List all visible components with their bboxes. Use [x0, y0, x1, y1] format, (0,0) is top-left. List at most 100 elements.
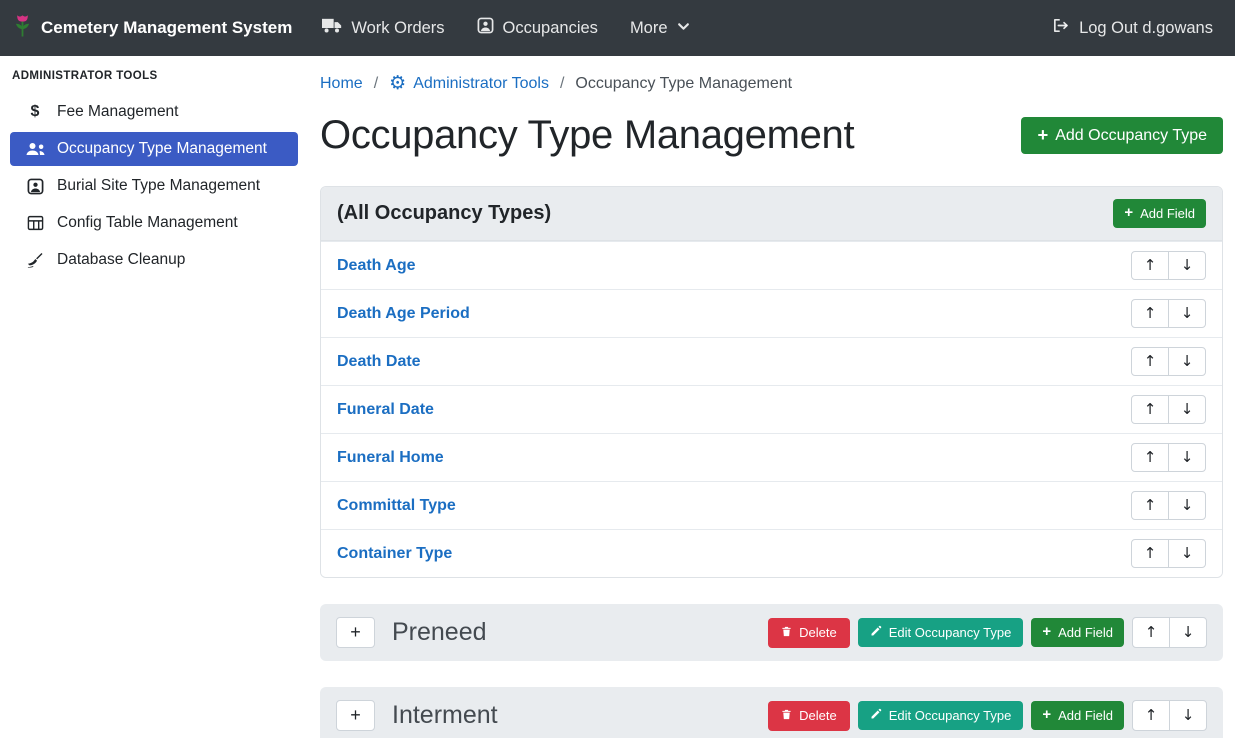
move-up-button[interactable]: ↑ [1131, 347, 1169, 376]
page-layout: ADMINISTRATOR TOOLS $ Fee Management Occ… [0, 56, 1235, 738]
tulip-logo-icon [14, 14, 31, 42]
move-up-button[interactable]: ↑ [1131, 491, 1169, 520]
breadcrumb: Home / ⚙ Administrator Tools / Occupancy… [320, 74, 1223, 93]
button-label: Edit Occupancy Type [889, 708, 1012, 723]
delete-occupancy-type-button[interactable]: Delete [768, 701, 850, 731]
button-label: Delete [799, 708, 837, 723]
field-row: Container Type ↑ ↓ [321, 529, 1222, 577]
move-up-button[interactable]: ↑ [1131, 251, 1169, 280]
table-icon [24, 215, 46, 231]
field-link[interactable]: Funeral Date [337, 401, 434, 419]
expand-section-button[interactable]: + [336, 617, 375, 648]
nav-item-label: Work Orders [351, 19, 444, 38]
sidebar-heading: ADMINISTRATOR TOOLS [0, 58, 308, 92]
sidebar-item-occupancy-type-management[interactable]: Occupancy Type Management [10, 132, 298, 166]
button-label: Delete [799, 625, 837, 640]
plus-icon: + [1124, 206, 1133, 221]
occupancy-type-section-interment: + Interment Delete [320, 687, 1223, 738]
move-up-button[interactable]: ↑ [1131, 395, 1169, 424]
move-down-button[interactable]: ↓ [1168, 347, 1206, 376]
nav-more[interactable]: More [630, 19, 690, 38]
card-header: (All Occupancy Types) + Add Field [321, 187, 1222, 241]
broom-icon [24, 252, 46, 269]
sidebar-item-label: Config Table Management [57, 214, 238, 232]
breadcrumb-admin-tools-link[interactable]: ⚙ Administrator Tools [389, 74, 549, 93]
edit-occupancy-type-button[interactable]: Edit Occupancy Type [858, 618, 1024, 647]
card-title: (All Occupancy Types) [337, 202, 551, 225]
move-up-button[interactable]: ↑ [1131, 539, 1169, 568]
nav-item-label: Occupancies [503, 19, 598, 38]
section-actions: Delete Edit Occupancy Type + A [768, 700, 1207, 731]
nav-occupancies[interactable]: Occupancies [477, 17, 598, 39]
breadcrumb-separator: / [374, 75, 378, 93]
move-down-button[interactable]: ↓ [1169, 700, 1207, 731]
pencil-icon [870, 708, 882, 723]
move-down-button[interactable]: ↓ [1168, 539, 1206, 568]
add-field-button[interactable]: + Add Field [1113, 199, 1206, 228]
button-label: Add Occupancy Type [1055, 127, 1207, 145]
move-down-button[interactable]: ↓ [1168, 251, 1206, 280]
field-link[interactable]: Committal Type [337, 497, 456, 515]
add-field-button[interactable]: + Add Field [1031, 701, 1124, 730]
field-row: Death Date ↑ ↓ [321, 337, 1222, 385]
edit-occupancy-type-button[interactable]: Edit Occupancy Type [858, 701, 1024, 730]
move-down-button[interactable]: ↓ [1168, 395, 1206, 424]
add-field-button[interactable]: + Add Field [1031, 618, 1124, 647]
dollar-icon: $ [24, 103, 46, 121]
occupancy-type-section-preneed: + Preneed Delete [320, 604, 1223, 661]
sidebar-item-fee-management[interactable]: $ Fee Management [10, 95, 298, 129]
reorder-buttons: ↑ ↓ [1132, 617, 1207, 648]
nav-item-label: More [630, 19, 668, 38]
app-title: Cemetery Management System [41, 18, 292, 38]
move-down-button[interactable]: ↓ [1168, 299, 1206, 328]
chevron-down-icon [677, 19, 690, 38]
nav-work-orders[interactable]: Work Orders [322, 17, 444, 39]
field-link[interactable]: Death Age [337, 257, 416, 275]
reorder-buttons: ↑ ↓ [1131, 443, 1206, 472]
breadcrumb-home-link[interactable]: Home [320, 75, 363, 93]
field-link[interactable]: Death Age Period [337, 305, 470, 323]
add-occupancy-type-button[interactable]: + Add Occupancy Type [1021, 117, 1223, 153]
reorder-buttons: ↑ ↓ [1131, 395, 1206, 424]
delete-occupancy-type-button[interactable]: Delete [768, 618, 850, 648]
field-link[interactable]: Container Type [337, 545, 452, 563]
sidebar-item-database-cleanup[interactable]: Database Cleanup [10, 243, 298, 277]
logout-link[interactable]: Log Out d.gowans [1051, 17, 1213, 39]
logout-label: Log Out d.gowans [1079, 19, 1213, 38]
reorder-buttons: ↑ ↓ [1131, 251, 1206, 280]
sidebar-item-config-table-management[interactable]: Config Table Management [10, 206, 298, 240]
gear-icon: ⚙ [389, 74, 406, 93]
move-up-button[interactable]: ↑ [1132, 700, 1170, 731]
move-down-button[interactable]: ↓ [1169, 617, 1207, 648]
breadcrumb-separator: / [560, 75, 564, 93]
field-link[interactable]: Death Date [337, 353, 421, 371]
field-row: Death Age ↑ ↓ [321, 241, 1222, 289]
move-down-button[interactable]: ↓ [1168, 491, 1206, 520]
sidebar-item-burial-site-type-management[interactable]: Burial Site Type Management [10, 169, 298, 203]
field-row: Funeral Date ↑ ↓ [321, 385, 1222, 433]
move-up-button[interactable]: ↑ [1131, 299, 1169, 328]
breadcrumb-label: Administrator Tools [413, 75, 549, 93]
reorder-buttons: ↑ ↓ [1131, 539, 1206, 568]
person-badge-icon [477, 17, 494, 39]
person-badge-icon [24, 178, 46, 195]
all-occupancy-types-card: (All Occupancy Types) + Add Field Death … [320, 186, 1223, 578]
move-down-button[interactable]: ↓ [1168, 443, 1206, 472]
plus-icon: + [1042, 625, 1051, 640]
move-up-button[interactable]: ↑ [1132, 617, 1170, 648]
pencil-icon [870, 625, 882, 640]
plus-icon: + [1037, 126, 1048, 144]
breadcrumb-current: Occupancy Type Management [575, 75, 792, 93]
users-icon [24, 141, 46, 157]
reorder-buttons: ↑ ↓ [1131, 299, 1206, 328]
sidebar: ADMINISTRATOR TOOLS $ Fee Management Occ… [0, 56, 308, 738]
expand-section-button[interactable]: + [336, 700, 375, 731]
field-row: Death Age Period ↑ ↓ [321, 289, 1222, 337]
field-link[interactable]: Funeral Home [337, 449, 444, 467]
move-up-button[interactable]: ↑ [1131, 443, 1169, 472]
top-navbar: Cemetery Management System Work Orders [0, 0, 1235, 56]
button-label: Add Field [1140, 206, 1195, 221]
section-title: Preneed [392, 618, 487, 647]
reorder-buttons: ↑ ↓ [1131, 491, 1206, 520]
field-row: Committal Type ↑ ↓ [321, 481, 1222, 529]
